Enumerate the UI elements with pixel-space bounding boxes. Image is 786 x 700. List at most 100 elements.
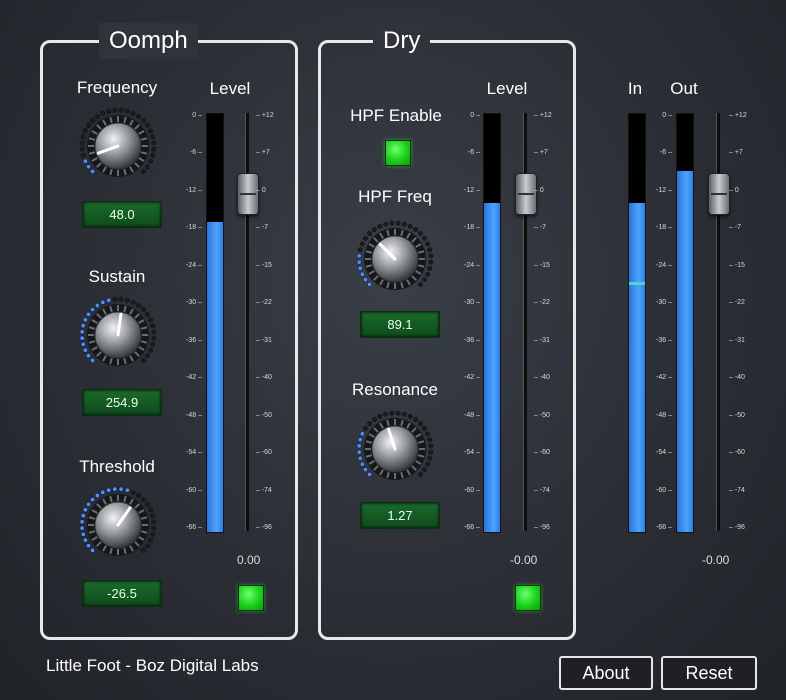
meter-scale-tick: -12 – bbox=[656, 186, 672, 194]
knob-ring-dot bbox=[80, 513, 86, 519]
knob-ring-dot bbox=[407, 413, 413, 419]
knob-ring-dot bbox=[112, 296, 118, 302]
meter-scale-tick: -66 – bbox=[464, 524, 480, 531]
brand-label: Little Foot - Boz Digital Labs bbox=[46, 656, 259, 675]
knob-ring-dot bbox=[100, 489, 106, 495]
knob-ring-dot bbox=[425, 271, 431, 277]
meter-scale-tick: -18 – bbox=[656, 224, 672, 232]
sustain-readout[interactable]: 254.9 bbox=[82, 389, 162, 416]
meter-scale-tick: 0 – bbox=[662, 112, 672, 119]
threshold-knob[interactable] bbox=[78, 485, 158, 565]
fader-scale-tick: – -74 bbox=[256, 486, 272, 494]
knob-ring-dot bbox=[124, 487, 130, 493]
meter-scale-tick: -66 – bbox=[656, 524, 672, 531]
hpf-freq-knob[interactable] bbox=[355, 219, 435, 299]
knob-ring-dot bbox=[106, 487, 112, 493]
knob-ring-dot bbox=[136, 303, 142, 308]
knob-ring-dot bbox=[90, 118, 95, 123]
knob-ring-dot bbox=[356, 449, 362, 455]
dry-fader-scale: – +12 – +7 – 0 – -7 – -15 – -22 – -31 – -40 – -5… bbox=[534, 112, 568, 531]
fader-scale-tick: – 0 bbox=[729, 186, 739, 194]
dry-meter-scale: 0 – -6 – -12 – -18 – -24 – -30 – -36 – -42 – -48… bbox=[446, 112, 480, 531]
frequency-knob[interactable] bbox=[78, 106, 158, 186]
fader-scale-tick: – -22 bbox=[534, 299, 550, 307]
resonance-knob[interactable] bbox=[355, 409, 435, 489]
knob-ring-dot bbox=[141, 118, 146, 123]
knob-ring-dot bbox=[418, 472, 423, 477]
knob-ring-dot bbox=[377, 223, 383, 229]
fader-scale-tick: – +7 bbox=[534, 149, 548, 157]
meter-scale-tick: -54 – bbox=[464, 449, 480, 457]
fader-scale-tick: – -15 bbox=[256, 261, 272, 269]
frequency-readout[interactable]: 48.0 bbox=[82, 201, 162, 228]
knob-ring-dot bbox=[427, 247, 433, 253]
output-fader-scale: – +12 – +7 – 0 – -7 – -15 – -22 – -31 – -40 – -5… bbox=[729, 112, 763, 531]
knob-ring-dot bbox=[136, 114, 142, 119]
hpf-enable-label: HPF Enable bbox=[350, 106, 442, 125]
knob-ring-dot bbox=[359, 431, 365, 437]
knob-ring-dot bbox=[401, 411, 407, 417]
fader-scale-tick: – -31 bbox=[256, 336, 272, 344]
knob-ring-dot bbox=[357, 247, 363, 253]
fader-scale-tick: – 0 bbox=[534, 186, 544, 194]
knob-ring-dot bbox=[151, 140, 157, 146]
knob-ring-dot bbox=[395, 220, 401, 226]
knob-ring-dot bbox=[413, 417, 419, 422]
dry-level-meter bbox=[483, 113, 501, 533]
fader-scale-tick: – -96 bbox=[534, 524, 550, 531]
sustain-knob[interactable] bbox=[78, 295, 158, 375]
oomph-level-value: 0.00 bbox=[237, 553, 261, 567]
knob-ring-dot bbox=[79, 519, 85, 525]
knob-ring-dot bbox=[118, 107, 124, 113]
resonance-label: Resonance bbox=[351, 380, 438, 399]
knob-ring-dot bbox=[151, 519, 157, 525]
knob-ring-dot bbox=[357, 455, 363, 461]
knob-ring-dot bbox=[407, 223, 413, 229]
knob-ring-dot bbox=[150, 531, 156, 537]
knob-ring-dot bbox=[86, 501, 91, 507]
reset-button[interactable]: Reset bbox=[661, 656, 757, 690]
sustain-label: Sustain bbox=[88, 267, 146, 286]
in-meter-label: In bbox=[627, 79, 643, 98]
meter-scale-tick: -54 – bbox=[186, 449, 202, 457]
fader-scale-tick: – -7 bbox=[256, 224, 269, 232]
output-meter-fill bbox=[677, 171, 693, 532]
knob-ring-dot bbox=[148, 347, 154, 353]
knob-ring-dot bbox=[145, 311, 150, 317]
dry-meter-fill bbox=[484, 202, 500, 532]
oomph-bypass-led[interactable] bbox=[238, 585, 264, 611]
fader-scale-tick: – -7 bbox=[534, 224, 547, 232]
knob-ring-dot bbox=[363, 467, 368, 473]
knob-ring-dot bbox=[86, 164, 91, 170]
knob-ring-dot bbox=[141, 169, 146, 174]
knob-ring-dot bbox=[148, 128, 154, 134]
threshold-readout[interactable]: -26.5 bbox=[82, 580, 162, 607]
fader-scale-tick: – -96 bbox=[256, 524, 272, 531]
meter-scale-tick: -30 – bbox=[656, 299, 672, 307]
knob-ring-dot bbox=[90, 169, 95, 174]
knob-ring-dot bbox=[82, 128, 88, 134]
knob-ring-dot bbox=[367, 421, 372, 426]
knob-ring-dot bbox=[418, 282, 423, 287]
output-level-fader[interactable] bbox=[708, 172, 730, 215]
hpf-enable-toggle[interactable] bbox=[385, 140, 411, 166]
knob-ring-dot bbox=[141, 497, 146, 502]
knob-ring-dot bbox=[90, 548, 95, 553]
hpf-freq-readout[interactable]: 89.1 bbox=[360, 311, 440, 338]
fader-scale-tick: – +7 bbox=[256, 149, 270, 157]
knob-ring-dot bbox=[80, 531, 86, 537]
meter-scale-tick: -66 – bbox=[186, 524, 202, 531]
about-button[interactable]: About bbox=[559, 656, 653, 690]
knob-ring-dot bbox=[112, 107, 118, 113]
knob-ring-dot bbox=[130, 489, 136, 495]
knob-ring-dot bbox=[356, 259, 362, 265]
fader-scale-tick: – -60 bbox=[256, 449, 272, 457]
knob-ring-dot bbox=[148, 317, 154, 323]
knob-ring-dot bbox=[130, 110, 136, 116]
knob-ring-dot bbox=[82, 537, 88, 543]
knob-ring-dot bbox=[79, 335, 85, 341]
meter-scale-tick: -36 – bbox=[186, 336, 202, 344]
resonance-readout[interactable]: 1.27 bbox=[360, 502, 440, 529]
dry-bypass-led[interactable] bbox=[515, 585, 541, 611]
knob-ring-dot bbox=[79, 329, 85, 335]
